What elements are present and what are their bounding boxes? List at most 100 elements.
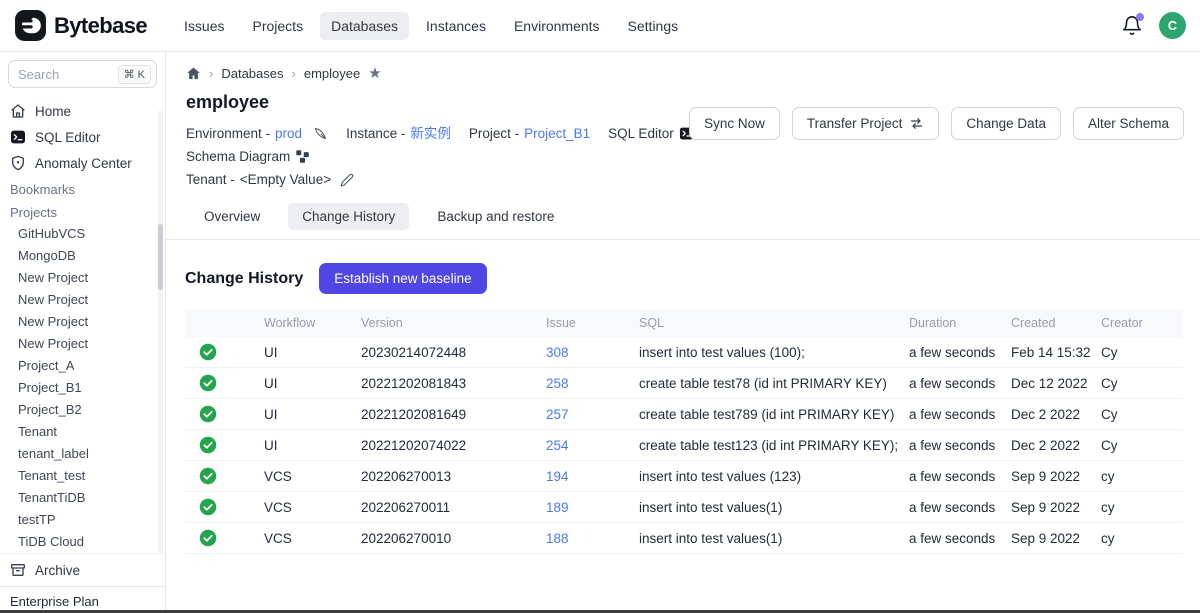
edit-pencil-icon[interactable] (340, 173, 354, 187)
sidebar-project-list: GitHubVCS MongoDB New Project New Projec… (0, 222, 165, 552)
sql-cell: create table test123 (id int PRIMARY KEY… (633, 430, 903, 461)
sidebar-project-item[interactable]: TiDB Cloud (0, 530, 165, 552)
alter-schema-button[interactable]: Alter Schema (1073, 107, 1184, 140)
schema-diagram-link[interactable]: Schema Diagram (186, 145, 310, 168)
home-icon (10, 103, 26, 119)
sidebar-project-item[interactable]: Tenant_test (0, 464, 165, 486)
bytebase-logo[interactable]: Bytebase (14, 9, 147, 42)
tab[interactable]: Backup and restore (423, 203, 568, 230)
created-cell: Sep 9 2022 (1005, 492, 1095, 523)
sidebar-project-item[interactable]: testTP (0, 508, 165, 530)
top-nav-item[interactable]: Instances (415, 12, 497, 40)
issue-link[interactable]: 189 (546, 500, 569, 515)
breadcrumb-employee[interactable]: employee (304, 66, 360, 81)
col-creator: Creator (1095, 309, 1183, 337)
issue-link[interactable]: 257 (546, 407, 569, 422)
sidebar-project-item[interactable]: New Project (0, 310, 165, 332)
table-row[interactable]: VCS 202206270013 194 insert into test va… (185, 461, 1183, 492)
sidebar-item-home[interactable]: Home (0, 98, 165, 124)
sidebar-scrollbar-thumb[interactable] (158, 224, 163, 290)
breadcrumb-databases[interactable]: Databases (221, 66, 283, 81)
sidebar-item-archive[interactable]: Archive (0, 553, 165, 586)
search-shortcut-badge: ⌘ K (118, 65, 151, 84)
sidebar-project-item[interactable]: tenant_label (0, 442, 165, 464)
sidebar-project-item[interactable]: New Project (0, 288, 165, 310)
version-cell: 202206270010 (355, 523, 540, 554)
issue-link[interactable]: 258 (546, 376, 569, 391)
created-cell: Dec 12 2022 (1005, 368, 1095, 399)
sync-now-button[interactable]: Sync Now (689, 107, 780, 140)
top-nav-item[interactable]: Databases (320, 12, 409, 40)
creator-cell: cy (1095, 492, 1183, 523)
meta-project: Project - Project_B1 (469, 122, 590, 145)
sql-editor-link[interactable]: SQL Editor (608, 122, 694, 145)
col-workflow: Workflow (258, 309, 355, 337)
instance-link[interactable]: 新实例 (410, 122, 451, 145)
sidebar-project-item[interactable]: GitHubVCS (0, 222, 165, 244)
project-link[interactable]: Project_B1 (524, 122, 590, 145)
home-breadcrumb-icon[interactable] (186, 66, 201, 81)
meta-environment: Environment - prod (186, 122, 328, 145)
issue-link[interactable]: 194 (546, 469, 569, 484)
subscription-plan-label[interactable]: Enterprise Plan (0, 586, 165, 613)
workflow-cell: UI (258, 430, 355, 461)
sidebar-project-item[interactable]: Tenant (0, 420, 165, 442)
sidebar-project-item[interactable]: TenantTiDB (0, 486, 165, 508)
issue-cell: 189 (540, 492, 633, 523)
top-nav-item[interactable]: Environments (503, 12, 611, 40)
table-row[interactable]: UI 20221202081843 258 create table test7… (185, 368, 1183, 399)
table-row[interactable]: UI 20230214072448 308 insert into test v… (185, 337, 1183, 368)
notification-bell-icon[interactable] (1121, 15, 1143, 37)
issue-cell: 254 (540, 430, 633, 461)
col-sql: SQL (633, 309, 903, 337)
version-cell: 20230214072448 (355, 337, 540, 368)
top-nav-item[interactable]: Projects (242, 12, 315, 40)
search-input[interactable]: Search ⌘ K (8, 60, 157, 88)
duration-cell: a few seconds (903, 399, 1005, 430)
duration-cell: a few seconds (903, 430, 1005, 461)
top-bar: Bytebase Issues Projects Databases Insta… (0, 0, 1200, 52)
workflow-cell: VCS (258, 523, 355, 554)
success-check-icon (199, 436, 217, 454)
top-nav-item[interactable]: Issues (173, 12, 235, 40)
sidebar-item-sql-editor[interactable]: SQL Editor (0, 124, 165, 150)
sidebar-scrollbar-track (158, 110, 163, 553)
sidebar-project-item[interactable]: New Project (0, 266, 165, 288)
sidebar-section-projects[interactable]: Projects (0, 199, 165, 222)
table-row[interactable]: VCS 202206270011 189 insert into test va… (185, 492, 1183, 523)
sidebar-item-anomaly-center[interactable]: Anomaly Center (0, 150, 165, 176)
user-avatar[interactable]: C (1159, 12, 1186, 39)
top-nav-item[interactable]: Settings (617, 12, 690, 40)
issue-link[interactable]: 254 (546, 438, 569, 453)
issue-link[interactable]: 308 (546, 345, 569, 360)
table-row[interactable]: VCS 202206270010 188 insert into test va… (185, 523, 1183, 554)
creator-cell: Cy (1095, 399, 1183, 430)
archive-icon (10, 562, 26, 578)
favorite-star-icon[interactable]: ★ (368, 66, 381, 81)
change-data-button[interactable]: Change Data (951, 107, 1061, 140)
tab[interactable]: Change History (288, 203, 409, 230)
protection-pen-icon (313, 126, 328, 141)
sidebar-project-item[interactable]: New Project (0, 332, 165, 354)
tab[interactable]: Overview (190, 203, 274, 230)
success-check-icon (199, 529, 217, 547)
notification-dot (1136, 13, 1144, 21)
created-cell: Dec 2 2022 (1005, 430, 1095, 461)
sidebar-section-bookmarks[interactable]: Bookmarks (0, 176, 165, 199)
table-header-row: Workflow Version Issue SQL Duration Crea… (185, 309, 1183, 337)
sidebar-item-label: Archive (35, 563, 80, 578)
sidebar-project-item[interactable]: Project_B1 (0, 376, 165, 398)
table-row[interactable]: UI 20221202081649 257 create table test7… (185, 399, 1183, 430)
establish-baseline-button[interactable]: Establish new baseline (319, 263, 486, 294)
sidebar-project-item[interactable]: Project_B2 (0, 398, 165, 420)
issue-link[interactable]: 188 (546, 531, 569, 546)
duration-cell: a few seconds (903, 523, 1005, 554)
version-cell: 20221202081843 (355, 368, 540, 399)
search-placeholder: Search (18, 67, 118, 82)
sidebar-project-item[interactable]: Project_A (0, 354, 165, 376)
created-cell: Sep 9 2022 (1005, 523, 1095, 554)
environment-link[interactable]: prod (275, 122, 302, 145)
table-row[interactable]: UI 20221202074022 254 create table test1… (185, 430, 1183, 461)
transfer-project-button[interactable]: Transfer Project (792, 107, 940, 140)
sidebar-project-item[interactable]: MongoDB (0, 244, 165, 266)
